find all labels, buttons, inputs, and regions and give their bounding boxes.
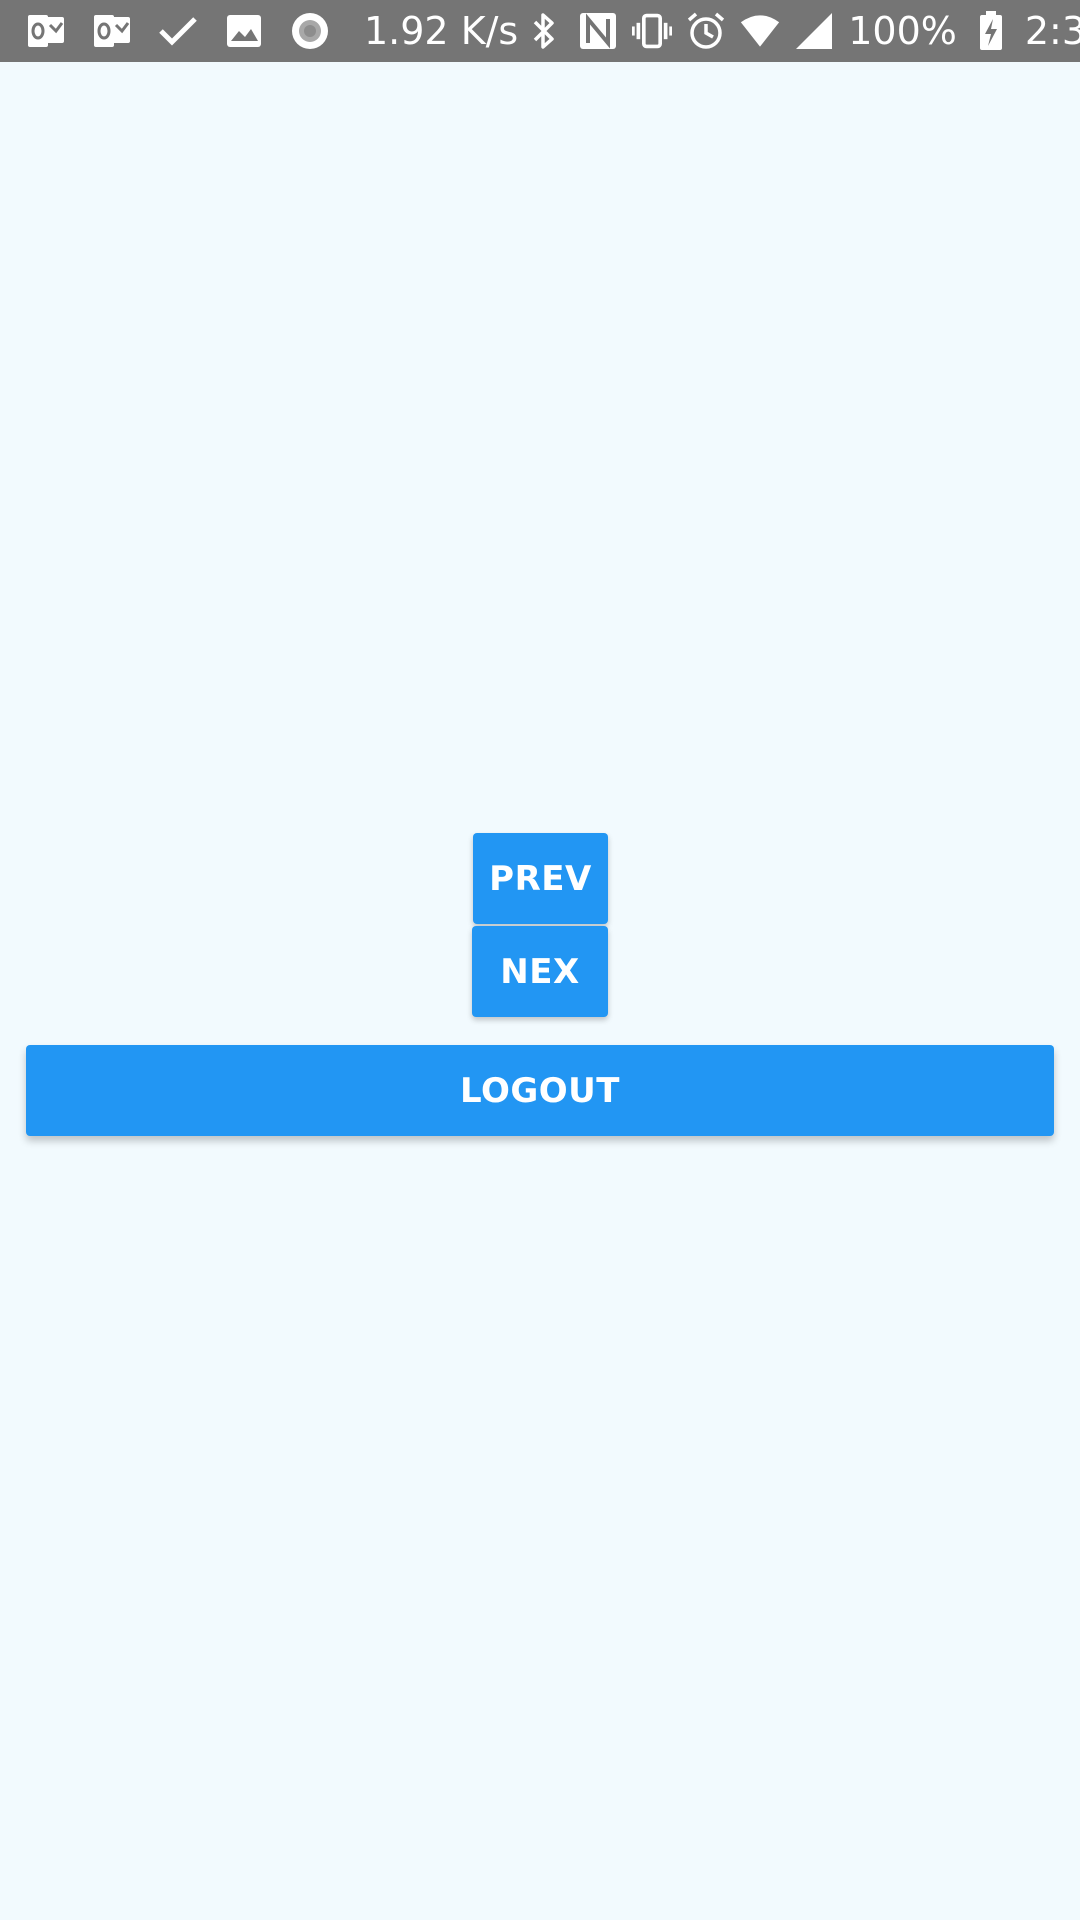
image-icon bbox=[224, 11, 264, 51]
battery-charging-icon bbox=[971, 11, 1011, 51]
outlook-icon bbox=[92, 11, 132, 51]
vibrate-icon bbox=[632, 11, 673, 51]
network-speed: 1.92 K/s bbox=[364, 9, 519, 53]
main-content: PREV NEX LOGOUT bbox=[0, 62, 1080, 1920]
next-button[interactable]: NEX bbox=[472, 926, 608, 1017]
clock: 2:37 bbox=[1024, 9, 1080, 53]
system-icons: 100% 2:37 bbox=[524, 9, 1080, 53]
alarm-icon bbox=[686, 11, 726, 51]
wifi-icon bbox=[740, 11, 780, 51]
logout-button[interactable]: LOGOUT bbox=[26, 1045, 1054, 1136]
signal-icon bbox=[794, 11, 834, 51]
nfc-icon bbox=[578, 11, 618, 51]
check-icon bbox=[158, 11, 198, 51]
prev-button[interactable]: PREV bbox=[473, 833, 608, 924]
notification-icons: 1.92 K/s bbox=[26, 9, 524, 53]
outlook-icon bbox=[26, 11, 66, 51]
bluetooth-icon bbox=[524, 11, 564, 51]
record-icon bbox=[290, 11, 330, 51]
battery-percent: 100% bbox=[848, 9, 957, 53]
status-bar: 1.92 K/s 100% 2:3 bbox=[0, 0, 1080, 62]
